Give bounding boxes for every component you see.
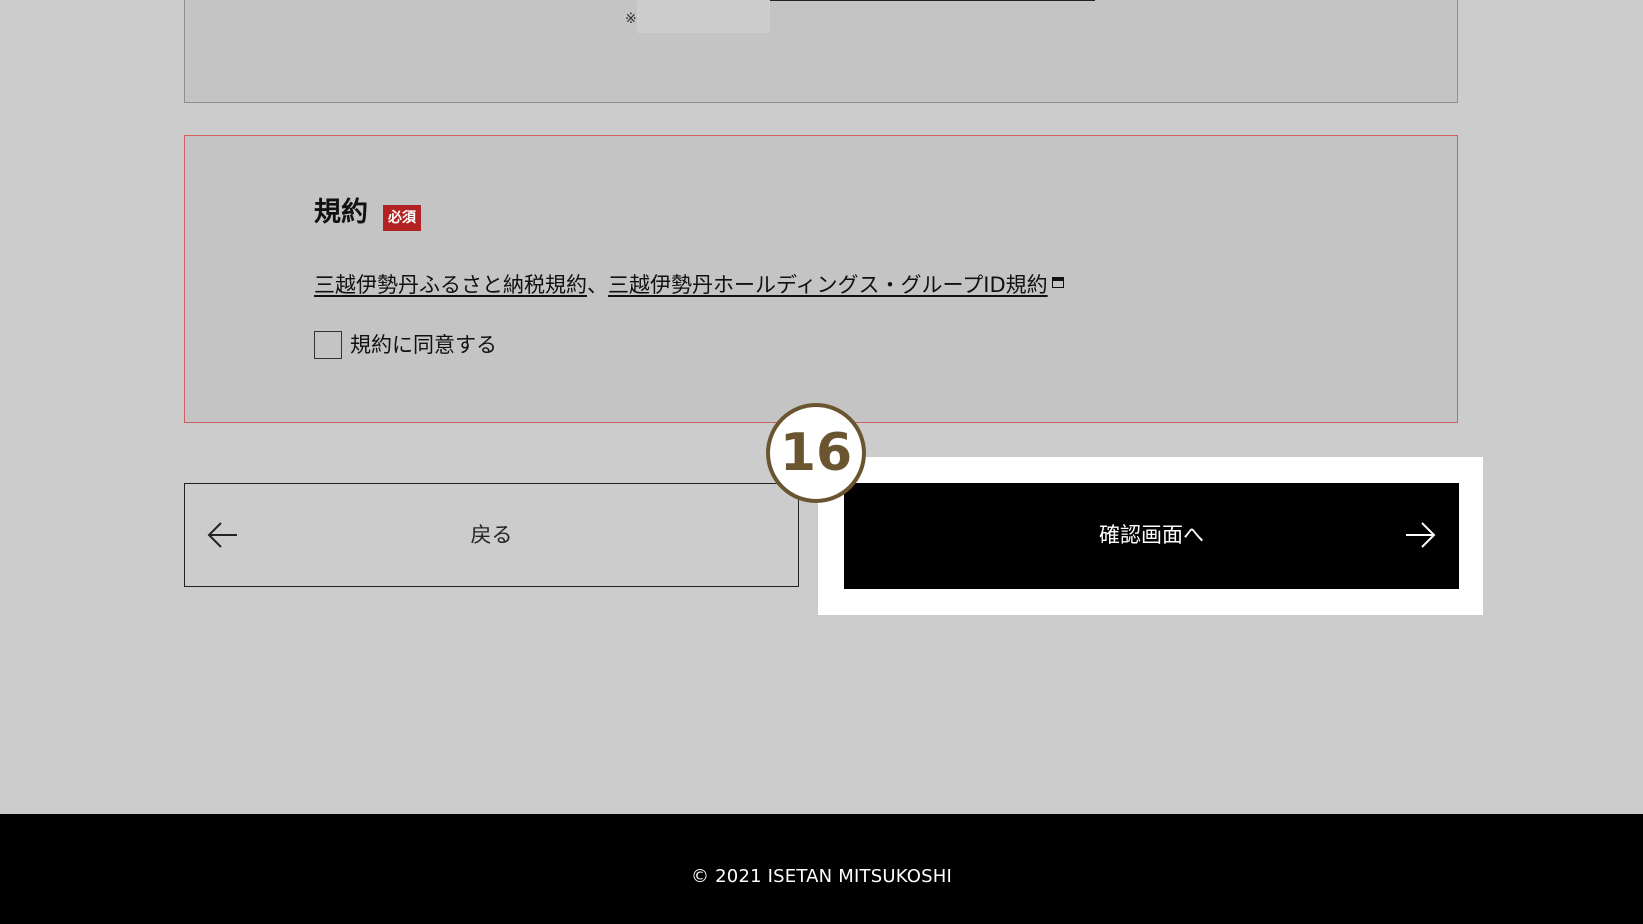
confirm-button[interactable]: 確認画面へ xyxy=(844,483,1459,589)
arrow-right-icon xyxy=(1406,522,1436,548)
agree-terms-checkbox[interactable] xyxy=(314,331,342,359)
step-marker: 16 xyxy=(766,403,866,503)
terms-links: 三越伊勢丹ふるさと納税規約、三越伊勢丹ホールディングス・グループID規約 xyxy=(314,270,1064,300)
confirm-button-label: 確認画面へ xyxy=(1099,523,1204,547)
external-window-icon xyxy=(1051,277,1064,288)
back-button-label: 戻る xyxy=(470,523,513,547)
terms-section: 規約 必須 三越伊勢丹ふるさと納税規約、三越伊勢丹ホールディングス・グループID… xyxy=(184,135,1458,423)
terms-title: 規約 xyxy=(314,197,368,228)
required-badge: 必須 xyxy=(383,205,421,231)
agree-terms-row[interactable]: 規約に同意する xyxy=(314,330,497,360)
obscured-area xyxy=(637,0,770,33)
back-button[interactable]: 戻る xyxy=(184,483,799,587)
terms-separator: 、 xyxy=(587,273,608,297)
footer: © 2021 ISETAN MITSUKOSHI xyxy=(0,814,1643,924)
note-mark: ※ xyxy=(625,11,637,27)
footer-copyright: © 2021 ISETAN MITSUKOSHI xyxy=(691,866,952,887)
agree-terms-label[interactable]: 規約に同意する xyxy=(350,330,497,360)
furusato-terms-link[interactable]: 三越伊勢丹ふるさと納税規約 xyxy=(314,273,587,297)
group-id-terms-link[interactable]: 三越伊勢丹ホールディングス・グループID規約 xyxy=(608,273,1048,297)
previous-form-section: ※ xyxy=(184,0,1458,103)
